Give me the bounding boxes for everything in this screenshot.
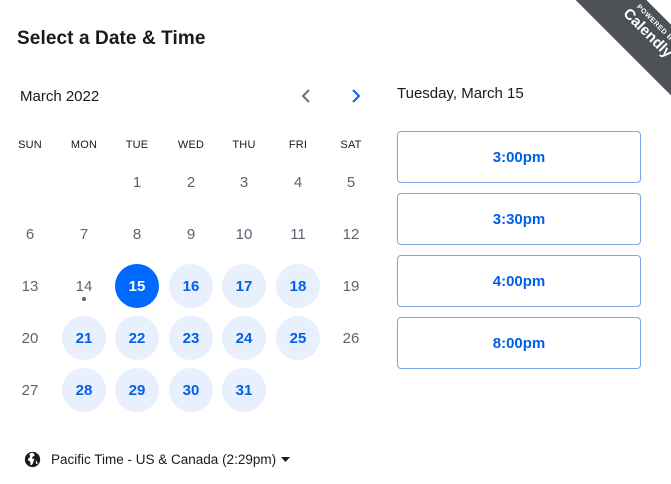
day-number: 18	[289, 277, 307, 295]
day-number: 7	[79, 225, 89, 243]
weekday-label: FRI	[288, 139, 308, 151]
day-number: 2	[186, 173, 196, 191]
calendar-day: 4	[276, 160, 320, 204]
today-indicator-dot	[82, 297, 86, 301]
day-number: 31	[235, 381, 253, 399]
time-slot-button[interactable]: 4:00pm	[397, 255, 641, 307]
calendar-day: 5	[329, 160, 373, 204]
day-number: 9	[186, 225, 196, 243]
weekday-label: THU	[232, 139, 256, 151]
day-number: 26	[342, 329, 360, 347]
day-number: 16	[182, 277, 200, 295]
day-number: 12	[342, 225, 360, 243]
day-number: 5	[346, 173, 356, 191]
day-number: 6	[25, 225, 35, 243]
chevron-left-icon	[301, 88, 311, 108]
calendar-day: 27	[8, 368, 52, 412]
calendar-day-available[interactable]: 30	[169, 368, 213, 412]
calendar-day: 12	[329, 212, 373, 256]
powered-by-ribbon[interactable]: POWERED BY Calendly	[551, 0, 671, 120]
calendar-day: 3	[222, 160, 266, 204]
globe-icon	[24, 451, 41, 468]
calendar-day: 9	[169, 212, 213, 256]
chevron-right-icon	[351, 88, 361, 108]
weekday-label: MON	[70, 139, 98, 151]
calendar-day: 7	[62, 212, 106, 256]
calendar-day-available[interactable]: 21	[62, 316, 106, 360]
day-number: 10	[235, 225, 253, 243]
timezone-label: Pacific Time - US & Canada (2:29pm)	[51, 452, 277, 467]
calendar-day-available[interactable]: 22	[115, 316, 159, 360]
day-number: 19	[342, 277, 360, 295]
caret-down-icon	[281, 456, 291, 463]
weekday-label: SAT	[340, 139, 362, 151]
day-number: 28	[75, 381, 93, 399]
calendar-day: 10	[222, 212, 266, 256]
calendar-day-available[interactable]: 31	[222, 368, 266, 412]
calendar-day-available[interactable]: 16	[169, 264, 213, 308]
day-number: 24	[235, 329, 253, 347]
day-number: 8	[132, 225, 142, 243]
calendar-day: 8	[115, 212, 159, 256]
time-slot-button[interactable]: 3:00pm	[397, 131, 641, 183]
calendar-day-available[interactable]: 25	[276, 316, 320, 360]
calendar-day-available[interactable]: 29	[115, 368, 159, 412]
calendar-day: 19	[329, 264, 373, 308]
selected-date-heading: Tuesday, March 15	[397, 85, 524, 102]
day-number: 29	[128, 381, 146, 399]
calendar-day-available[interactable]: 18	[276, 264, 320, 308]
calendar-day: 6	[8, 212, 52, 256]
weekday-label: TUE	[125, 139, 149, 151]
calendar-day-available[interactable]: 23	[169, 316, 213, 360]
time-slot-button[interactable]: 3:30pm	[397, 193, 641, 245]
day-number: 15	[128, 277, 146, 295]
day-number: 4	[293, 173, 303, 191]
ribbon-brand: Calendly	[619, 5, 671, 62]
prev-month-button[interactable]	[292, 84, 320, 112]
timezone-selector[interactable]: Pacific Time - US & Canada (2:29pm)	[24, 451, 291, 468]
day-number: 17	[235, 277, 253, 295]
calendar-day-available[interactable]: 24	[222, 316, 266, 360]
calendar-day: 13	[8, 264, 52, 308]
calendar-day: 14	[62, 264, 106, 308]
calendar-day-available[interactable]: 28	[62, 368, 106, 412]
weekday-label: WED	[177, 139, 205, 151]
day-number: 14	[75, 277, 93, 295]
weekday-label: SUN	[18, 139, 42, 151]
next-month-button[interactable]	[342, 84, 370, 112]
calendar-day: 2	[169, 160, 213, 204]
day-number: 21	[75, 329, 93, 347]
day-number: 20	[21, 329, 39, 347]
day-number: 11	[290, 225, 306, 243]
day-number: 13	[21, 277, 39, 295]
day-number: 1	[132, 173, 142, 191]
day-number: 25	[289, 329, 307, 347]
calendar-day-selected[interactable]: 15	[115, 264, 159, 308]
day-number: 27	[21, 381, 39, 399]
calendar-day-available[interactable]: 17	[222, 264, 266, 308]
day-number: 3	[239, 173, 249, 191]
month-label: March 2022	[20, 88, 100, 105]
day-number: 23	[182, 329, 200, 347]
calendar-day: 26	[329, 316, 373, 360]
day-number: 22	[128, 329, 146, 347]
calendar-day: 11	[276, 212, 320, 256]
time-slot-button[interactable]: 8:00pm	[397, 317, 641, 369]
day-number: 30	[182, 381, 200, 399]
page-title: Select a Date & Time	[17, 28, 206, 49]
calendar-day: 1	[115, 160, 159, 204]
calendar-day: 20	[8, 316, 52, 360]
